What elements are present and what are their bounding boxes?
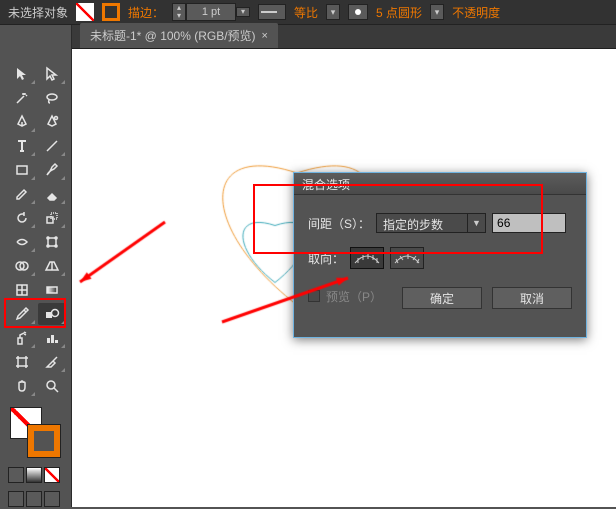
stroke-profile[interactable]: [258, 4, 286, 20]
paintbrush-tool[interactable]: [38, 159, 66, 181]
orient-align-path-button[interactable]: [390, 247, 424, 269]
pencil-tool[interactable]: [8, 183, 36, 205]
preview-label: 预览（P）: [326, 288, 382, 305]
width-tool[interactable]: [8, 231, 36, 253]
opacity-label: 不透明度: [452, 4, 500, 21]
scale-tool[interactable]: [38, 207, 66, 229]
selection-status: 未选择对象: [8, 4, 68, 21]
artboard-tool[interactable]: [8, 351, 36, 373]
ok-button[interactable]: 确定: [402, 287, 482, 309]
spacing-label: 间距（S）：: [308, 215, 370, 232]
document-tabs: 未标题-1* @ 100% (RGB/预览) ×: [0, 25, 616, 49]
options-bar: 未选择对象 描边： ▴▾ ▾ 等比 ▾ 5 点圆形 ▾ 不透明度: [0, 0, 616, 25]
preview-checkbox[interactable]: [308, 290, 320, 302]
stroke-weight-input[interactable]: [186, 3, 236, 21]
type-tool[interactable]: [8, 135, 36, 157]
rotate-tool[interactable]: [8, 207, 36, 229]
stroke-box[interactable]: [28, 425, 60, 457]
hand-tool[interactable]: [8, 375, 36, 397]
fill-stroke-indicator[interactable]: [0, 403, 71, 465]
eraser-tool[interactable]: [38, 183, 66, 205]
line-segment-tool[interactable]: [38, 135, 66, 157]
zoom-tool[interactable]: [38, 375, 66, 397]
blend-tool[interactable]: [38, 303, 66, 325]
spacing-value-input[interactable]: [492, 213, 566, 233]
chevron-down-icon[interactable]: ▼: [468, 213, 486, 233]
gradient-mode-icon[interactable]: [26, 467, 42, 483]
dialog-title[interactable]: 混合选项: [294, 173, 586, 195]
draw-behind-icon[interactable]: [26, 491, 42, 507]
stroke-swatch[interactable]: [102, 3, 120, 21]
selection-tool[interactable]: [8, 63, 36, 85]
mesh-tool[interactable]: [8, 279, 36, 301]
stroke-label: 描边：: [128, 4, 164, 21]
slice-tool[interactable]: [38, 351, 66, 373]
brush-swatch[interactable]: [348, 4, 368, 20]
tab-title: 未标题-1* @ 100% (RGB/预览): [90, 27, 256, 44]
free-transform-tool[interactable]: [38, 231, 66, 253]
tools-panel: [0, 25, 72, 507]
pen-tool[interactable]: [8, 111, 36, 133]
preview-checkbox-row[interactable]: 预览（P）: [308, 288, 382, 305]
color-mode-icon[interactable]: [8, 467, 24, 483]
eyedropper-tool[interactable]: [8, 303, 36, 325]
orientation-label: 取向：: [308, 250, 344, 267]
rectangle-tool[interactable]: [8, 159, 36, 181]
tab-close-icon[interactable]: ×: [262, 30, 268, 42]
shape-builder-tool[interactable]: [8, 255, 36, 277]
lasso-tool[interactable]: [38, 87, 66, 109]
ratio-label: 等比: [294, 4, 318, 21]
fill-swatch-none[interactable]: [76, 3, 94, 21]
spacing-mode-select[interactable]: 指定的步数 ▼: [376, 213, 486, 233]
tab-document[interactable]: 未标题-1* @ 100% (RGB/预览) ×: [80, 23, 278, 48]
column-graph-tool[interactable]: [38, 327, 66, 349]
perspective-grid-tool[interactable]: [38, 255, 66, 277]
dash-value: 5 点圆形: [376, 4, 422, 21]
gradient-tool[interactable]: [38, 279, 66, 301]
direct-selection-tool[interactable]: [38, 63, 66, 85]
magic-wand-tool[interactable]: [8, 87, 36, 109]
draw-normal-icon[interactable]: [8, 491, 24, 507]
spin-down[interactable]: ▾: [173, 12, 185, 20]
symbol-sprayer-tool[interactable]: [8, 327, 36, 349]
draw-inside-icon[interactable]: [44, 491, 60, 507]
stroke-weight-field[interactable]: ▴▾ ▾: [172, 3, 250, 21]
orient-align-page-button[interactable]: [350, 247, 384, 269]
blend-options-dialog: 混合选项 间距（S）： 指定的步数 ▼ 取向： 预览（P） 确: [293, 172, 587, 338]
none-mode-icon[interactable]: [44, 467, 60, 483]
curvature-tool[interactable]: [38, 111, 66, 133]
cancel-button[interactable]: 取消: [492, 287, 572, 309]
